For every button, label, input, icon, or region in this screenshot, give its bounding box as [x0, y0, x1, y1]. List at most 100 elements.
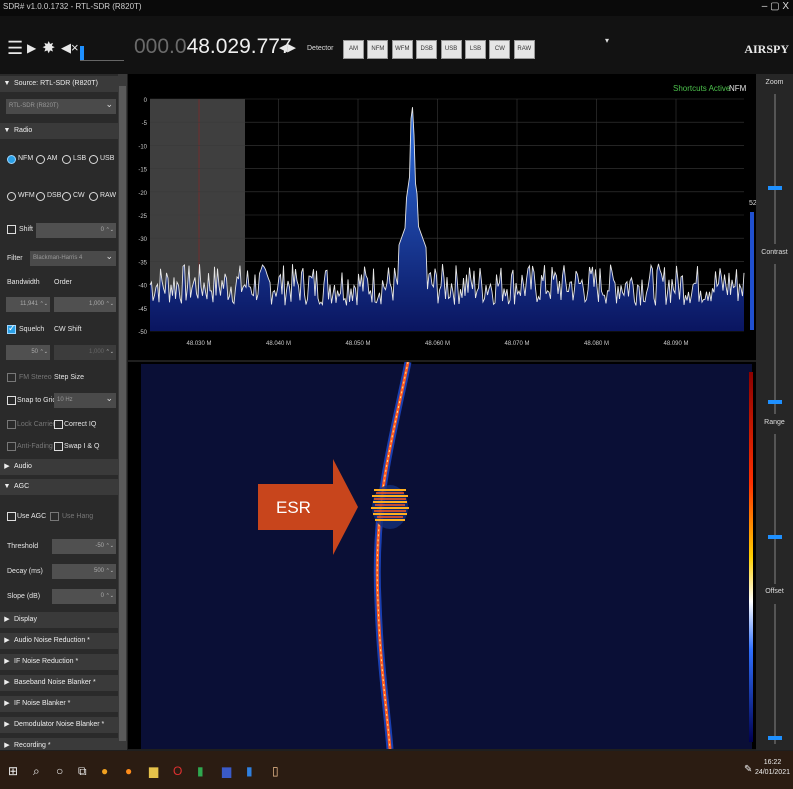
contrast-slider-track[interactable] [774, 264, 776, 414]
sdr-app-icon[interactable]: ▆ [222, 764, 231, 778]
contrast-slider-thumb[interactable] [768, 400, 782, 404]
plugin-section-0[interactable]: ▶ Display [0, 612, 118, 628]
mode-radio-wfm[interactable] [7, 192, 16, 201]
chrome-icon[interactable]: ● [101, 764, 108, 778]
waterfall-panel[interactable]: ESR [128, 361, 756, 750]
shift-input[interactable]: 0 [36, 223, 116, 238]
mode-label-dsb: DSB [47, 192, 62, 199]
decay-label: Decay (ms) [7, 568, 43, 575]
mode-radio-raw[interactable] [89, 192, 98, 201]
mode-label-am: AM [47, 155, 58, 162]
plugin-section-label: IF Noise Blanker * [14, 700, 71, 707]
offset-label: Offset [765, 588, 784, 595]
mode-button-raw[interactable]: RAW [513, 40, 535, 59]
slope-input[interactable]: 0 [52, 589, 116, 604]
mode-radio-usb[interactable] [89, 155, 98, 164]
swap-iq-checkbox[interactable] [54, 442, 63, 451]
mode-button-usb[interactable]: USB [440, 40, 462, 59]
mode-button-am[interactable]: AM [343, 40, 364, 59]
shift-label: Shift [19, 226, 34, 233]
zoom-slider-track[interactable] [774, 94, 776, 244]
frequency-tick-label: 48.090 M [663, 341, 688, 347]
system-clock[interactable]: 16:22 24/01/2021 [755, 758, 790, 778]
opera-icon[interactable]: O [173, 764, 182, 778]
snap-to-grid-checkbox[interactable] [7, 396, 16, 405]
expand-arrow-icon: ▶ [4, 742, 10, 749]
left-panel-scrollbar[interactable] [118, 74, 127, 750]
spreadsheet-icon[interactable]: ▮ [197, 764, 204, 778]
filter-select[interactable]: Blackman-Harris 4 [30, 249, 116, 266]
zoom-slider-thumb[interactable] [768, 186, 782, 190]
title-bar: SDR# v1.0.0.1732 - RTL-SDR (R820T) – ▢ X [0, 0, 793, 16]
plugin-section-4[interactable]: ▶ IF Noise Blanker * [0, 696, 118, 712]
decay-input[interactable]: 500 [52, 564, 116, 579]
speaker-mute-icon[interactable]: ◀× [61, 40, 79, 56]
bandwidth-input[interactable]: 11,941 [6, 297, 50, 312]
snap-to-grid-label: Snap to Grid [17, 397, 57, 404]
fm-stereo-checkbox[interactable] [7, 373, 16, 382]
db-tick-label: -25 [138, 214, 147, 220]
anti-fading-label: Anti-Fading [17, 443, 53, 450]
device-select[interactable]: RTL-SDR (R820T) [6, 97, 116, 114]
play-icon[interactable]: ▶ [27, 41, 36, 55]
lock-carrier-checkbox[interactable] [7, 420, 16, 429]
spectrum-plot[interactable]: 0-5-10-15-20-25-30-35-40-45-50 48.030 M4… [128, 74, 757, 360]
mode-radio-dsb[interactable] [36, 192, 45, 201]
threshold-input[interactable]: -50 [52, 539, 116, 554]
firefox-icon[interactable]: ● [125, 764, 132, 778]
plugin-section-6[interactable]: ▶ Recording * [0, 738, 118, 750]
waterfall-plot[interactable]: ESR [128, 361, 756, 750]
plugin-section-1[interactable]: ▶ Audio Noise Reduction * [0, 633, 118, 649]
window-controls[interactable]: – ▢ X [762, 1, 789, 12]
volume-slider-thumb[interactable] [80, 46, 84, 60]
cortana-icon[interactable]: ○ [56, 764, 63, 778]
use-agc-checkbox[interactable] [7, 512, 16, 521]
radio-section-header[interactable]: ▼ Radio [0, 123, 118, 139]
plugin-section-3[interactable]: ▶ Baseband Noise Blanker * [0, 675, 118, 691]
cw-shift-input[interactable]: 1,000 [54, 345, 116, 360]
pen-icon[interactable]: ✎ [744, 764, 752, 775]
search-icon[interactable]: ⌕ [33, 764, 40, 779]
task-view-icon[interactable]: ⧉ [78, 764, 87, 779]
left-panel-scroll-thumb[interactable] [119, 86, 126, 741]
source-section-header[interactable]: ▼ Source: RTL-SDR (R820T) [0, 76, 118, 92]
mode-button-cw[interactable]: CW [489, 40, 511, 59]
mode-radio-am[interactable] [36, 155, 45, 164]
step-size-select[interactable]: 10 Hz [54, 391, 116, 408]
offset-slider-track[interactable] [774, 604, 776, 744]
agc-section-header[interactable]: ▼ AGC [0, 479, 118, 495]
shift-checkbox[interactable] [7, 225, 16, 234]
file-explorer-icon[interactable]: ▆ [149, 764, 158, 778]
mode-radio-nfm[interactable] [7, 155, 16, 164]
range-slider-thumb[interactable] [768, 535, 782, 539]
menu-icon[interactable]: ☰ [7, 38, 23, 59]
range-slider-track[interactable] [774, 434, 776, 584]
windows-start-icon[interactable]: ⊞ [8, 764, 18, 778]
correct-iq-checkbox[interactable] [54, 420, 63, 429]
right-panel: Zoom Contrast Range Offset [756, 74, 793, 750]
plugin-section-2[interactable]: ▶ IF Noise Reduction * [0, 654, 118, 670]
mode-radio-lsb[interactable] [62, 155, 71, 164]
use-hang-checkbox[interactable] [50, 512, 59, 521]
document-icon[interactable]: ▮ [246, 764, 253, 778]
anti-fading-checkbox[interactable] [7, 442, 16, 451]
spectrum-panel[interactable]: 0 -5 -10 -15 -20 -25 -30 -35 -40 -45 -50 48.030 M4… [128, 74, 757, 360]
mode-button-lsb[interactable]: LSB [465, 40, 486, 59]
mode-button-nfm[interactable]: NFM [367, 40, 389, 59]
squelch-checkbox[interactable] [7, 323, 16, 334]
mode-button-dsb[interactable]: DSB [416, 40, 438, 59]
gear-icon[interactable]: ✸ [42, 38, 55, 58]
frequency-display[interactable]: 000.048.029.777 [134, 35, 292, 59]
order-input[interactable]: 1,000 [54, 297, 116, 312]
offset-slider-thumb[interactable] [768, 736, 782, 740]
volume-slider[interactable] [80, 46, 124, 61]
slope-label: Slope (dB) [7, 593, 41, 600]
notepad-icon[interactable]: ▯ [272, 764, 279, 778]
plugin-section-5[interactable]: ▶ Demodulator Noise Blanker * [0, 717, 118, 733]
mode-radio-cw[interactable] [62, 192, 71, 201]
dropdown-arrow-icon[interactable]: ▾ [605, 36, 609, 45]
mode-button-wfm[interactable]: WFM [391, 40, 413, 59]
audio-section-header[interactable]: ▶ Audio [0, 459, 118, 475]
tuning-arrows-icon[interactable]: ◀▶ [279, 41, 296, 54]
squelch-input[interactable]: 50 [6, 345, 50, 360]
